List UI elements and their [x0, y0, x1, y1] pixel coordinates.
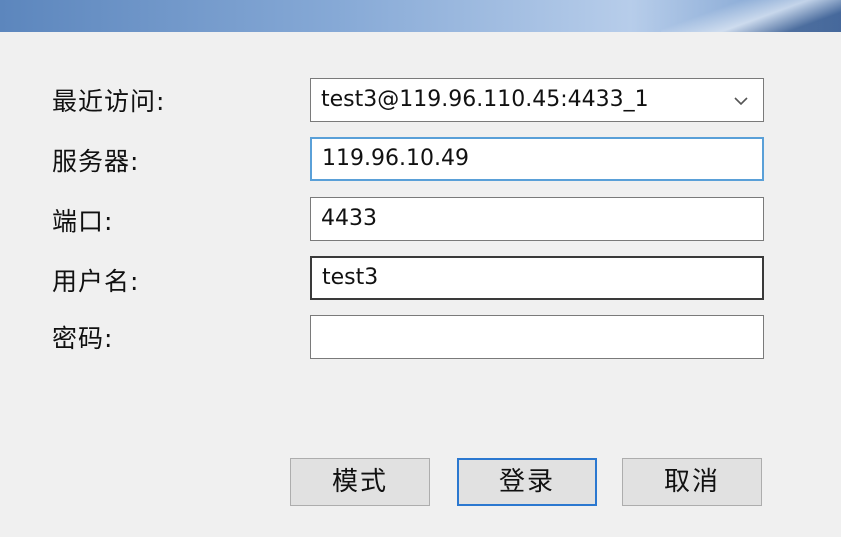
username-value: test3	[322, 265, 379, 290]
server-input[interactable]: 119.96.10.49	[310, 137, 764, 181]
recent-access-label: 最近访问:	[52, 87, 166, 116]
username-input[interactable]: test3	[310, 256, 764, 300]
title-bar	[0, 0, 841, 32]
port-label: 端口:	[52, 207, 114, 236]
login-button[interactable]: 登录	[457, 458, 597, 506]
server-label: 服务器:	[52, 147, 140, 176]
cancel-button[interactable]: 取消	[622, 458, 762, 506]
chevron-down-icon[interactable]	[733, 93, 749, 109]
recent-access-value: test3@119.96.110.45:4433_1	[321, 87, 649, 112]
title-bar-decoration	[661, 0, 841, 32]
username-label: 用户名:	[52, 267, 140, 296]
password-input[interactable]	[310, 315, 764, 359]
port-value: 4433	[321, 206, 377, 231]
mode-button[interactable]: 模式	[290, 458, 430, 506]
port-input[interactable]: 4433	[310, 197, 764, 241]
server-value: 119.96.10.49	[322, 146, 469, 171]
password-label: 密码:	[52, 324, 114, 353]
recent-access-dropdown[interactable]: test3@119.96.110.45:4433_1	[310, 78, 764, 122]
